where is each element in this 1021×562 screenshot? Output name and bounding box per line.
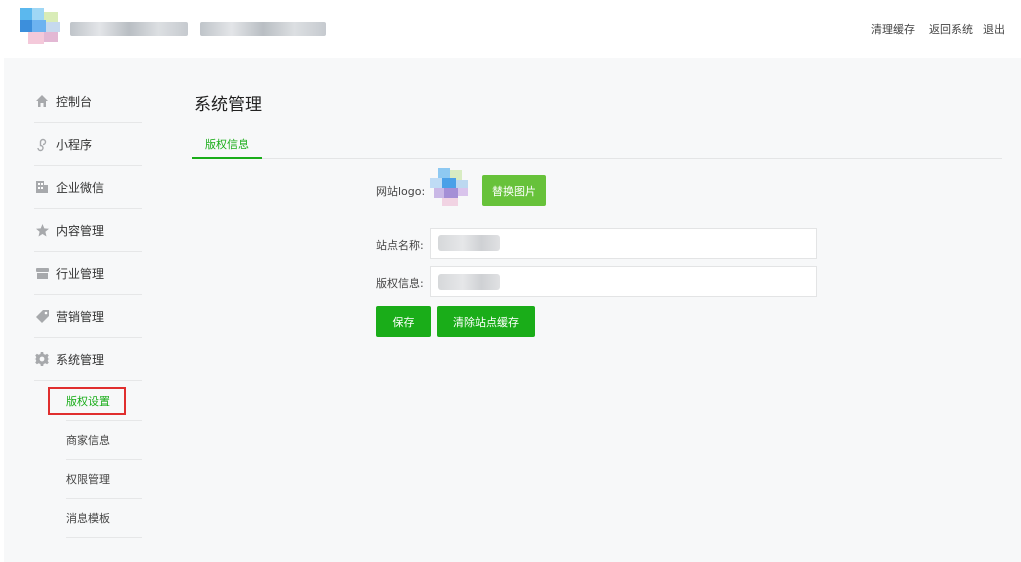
sidebar-item-wecom[interactable]: 企业微信 xyxy=(34,166,142,209)
logout-link[interactable]: 退出 xyxy=(983,21,1005,37)
sidebar-item-marketing[interactable]: 营销管理 xyxy=(34,295,142,338)
sidebar-subitem-permissions[interactable]: 权限管理 xyxy=(66,460,142,499)
sidebar-item-label: 行业管理 xyxy=(56,266,105,281)
tab-bar: 版权信息 xyxy=(192,133,1002,159)
site-name-blurred xyxy=(70,22,188,36)
sidebar-item-industry[interactable]: 行业管理 xyxy=(34,252,142,295)
home-icon xyxy=(34,93,50,109)
building-icon xyxy=(34,179,50,195)
sidebar-item-content[interactable]: 内容管理 xyxy=(34,209,142,252)
clear-cache-link[interactable]: 清理缓存 xyxy=(871,21,915,37)
return-system-link[interactable]: 返回系统 xyxy=(929,21,973,37)
sidebar-item-label: 控制台 xyxy=(56,94,93,109)
sidebar-item-label: 营销管理 xyxy=(56,309,105,324)
save-button[interactable]: 保存 xyxy=(376,306,431,337)
sidebar-item-label: 小程序 xyxy=(56,137,93,152)
sidebar-item-label: 内容管理 xyxy=(56,223,105,238)
sidebar-item-system[interactable]: 系统管理 xyxy=(34,338,142,381)
replace-image-button[interactable]: 替换图片 xyxy=(482,175,546,206)
site-subtitle-blurred xyxy=(200,22,326,36)
gear-icon xyxy=(34,351,50,367)
sidebar-subitem-merchant-info[interactable]: 商家信息 xyxy=(66,421,142,460)
site-name-value-blurred xyxy=(438,235,500,251)
tag-icon xyxy=(34,308,50,324)
store-icon xyxy=(34,265,50,281)
clear-site-cache-button[interactable]: 清除站点缓存 xyxy=(437,306,535,337)
site-name-label: 站点名称: xyxy=(376,239,424,252)
mini-program-icon xyxy=(34,136,50,152)
logo-label: 网站logo: xyxy=(376,185,426,198)
sidebar-item-label: 企业微信 xyxy=(56,180,105,195)
sidebar: 控制台 小程序 企业微信 内容管理 行业管理 营销管理 系统管理 版权设置 商家… xyxy=(4,58,154,562)
logo-preview-image xyxy=(430,168,470,208)
sidebar-item-label: 系统管理 xyxy=(56,352,105,367)
sidebar-item-mini-program[interactable]: 小程序 xyxy=(34,123,142,166)
star-icon xyxy=(34,222,50,238)
copyright-label: 版权信息: xyxy=(376,277,424,290)
sidebar-item-dashboard[interactable]: 控制台 xyxy=(34,80,142,123)
top-bar: 清理缓存 返回系统 退出 xyxy=(0,0,1021,56)
main-area: 控制台 小程序 企业微信 内容管理 行业管理 营销管理 系统管理 版权设置 商家… xyxy=(4,58,1021,562)
site-logo xyxy=(20,8,64,48)
sidebar-subitem-copyright[interactable]: 版权设置 xyxy=(66,382,142,421)
tab-copyright-info[interactable]: 版权信息 xyxy=(192,133,262,159)
copyright-value-blurred xyxy=(438,274,500,290)
page-title: 系统管理 xyxy=(194,95,262,115)
sidebar-subitem-message-templates[interactable]: 消息模板 xyxy=(66,499,142,538)
top-links: 清理缓存 返回系统 退出 xyxy=(871,21,1005,37)
